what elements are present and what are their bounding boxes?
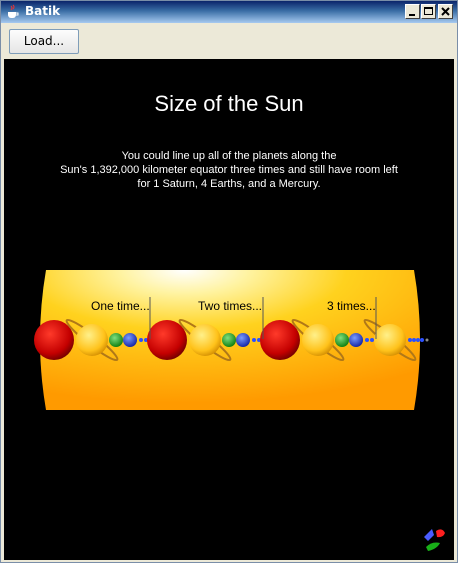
earth-planet	[139, 338, 143, 342]
saturn-planet	[374, 324, 406, 356]
neptune-planet	[236, 333, 250, 347]
neptune-planet	[349, 333, 363, 347]
earth-planet	[365, 338, 369, 342]
earth-planet	[252, 338, 256, 342]
earth-planet	[412, 338, 416, 342]
title-bar[interactable]: Batik	[1, 1, 457, 23]
uranus-planet	[109, 333, 123, 347]
maximize-icon	[424, 7, 433, 15]
label-three-times: 3 times...	[327, 299, 376, 313]
svg-canvas[interactable]: Size of the Sun You could line up all of…	[4, 59, 454, 560]
earth-planet	[416, 338, 420, 342]
jupiter-planet	[260, 320, 300, 360]
earth-planet	[408, 338, 412, 342]
uranus-planet	[335, 333, 349, 347]
maximize-button[interactable]	[421, 4, 436, 19]
minimize-icon	[409, 14, 415, 16]
close-icon	[441, 7, 450, 16]
mercury-planet	[425, 338, 429, 342]
window-title: Batik	[25, 4, 61, 18]
toolbar: Load...	[1, 23, 457, 59]
saturn-planet	[302, 324, 334, 356]
venus-planet	[370, 338, 374, 342]
earth-planet	[420, 338, 424, 342]
java-cup-icon	[8, 4, 19, 18]
jupiter-planet	[147, 320, 187, 360]
label-two-times: Two times...	[198, 299, 263, 313]
neptune-planet	[123, 333, 137, 347]
uranus-planet	[222, 333, 236, 347]
jupiter-planet	[34, 320, 74, 360]
app-window: Batik Load... Size of the Sun You could …	[0, 0, 458, 563]
batik-logo	[424, 529, 445, 551]
saturn-planet	[189, 324, 221, 356]
saturn-planet	[76, 324, 108, 356]
load-button[interactable]: Load...	[9, 29, 79, 54]
label-one-time: One time...	[91, 299, 150, 313]
minimize-button[interactable]	[405, 4, 420, 19]
close-button[interactable]	[438, 4, 453, 19]
